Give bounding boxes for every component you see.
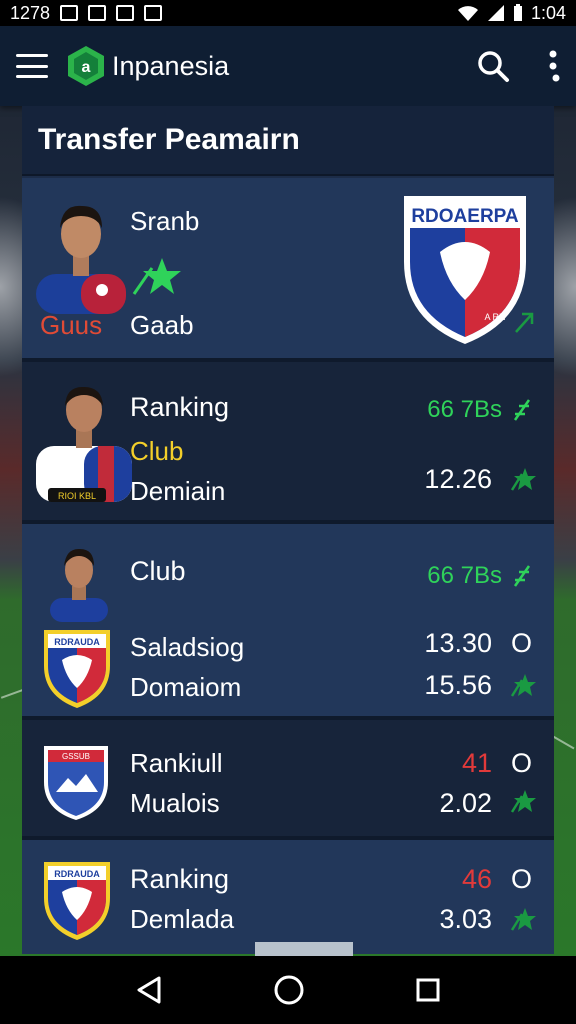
value-1: 41 — [461, 748, 492, 778]
value-1: 46 — [461, 864, 492, 894]
value-2: 15.56 — [424, 670, 492, 700]
back-icon[interactable] — [135, 975, 163, 1005]
transfer-card[interactable]: GSSUB Rankiull Mualois 41 O 2.02 — [22, 720, 554, 840]
notification-icon — [144, 5, 163, 21]
player-avatar: RIOI KBL — [36, 386, 132, 502]
panel-title: Transfer Peamairn — [22, 106, 554, 176]
notification-icon — [60, 5, 79, 21]
club-crest: GSSUB — [44, 746, 108, 820]
value-1-suffix: O — [510, 748, 532, 778]
crest-sub-text: A RN — [484, 312, 505, 322]
crest-text: RDOAERPA — [411, 206, 519, 227]
value-bottom: 12.26 — [424, 464, 492, 494]
trend-up-icon — [513, 565, 531, 587]
card-detail: Mualois — [130, 788, 220, 818]
app-logo-icon: a — [68, 46, 104, 86]
card-title: Rankiull — [130, 748, 223, 778]
image-notification-icon — [88, 5, 107, 21]
card-detail: Domaiom — [130, 672, 242, 702]
star-trend-icon — [132, 258, 181, 295]
value-top: 66 7Bs — [427, 396, 502, 423]
card-detail: Demlada — [130, 904, 235, 934]
player-avatar — [50, 548, 108, 622]
wifi-icon — [457, 6, 478, 21]
app-title: Inpanesia — [112, 50, 230, 81]
signal-icon — [487, 5, 504, 21]
player-detail: Gaab — [130, 310, 194, 340]
scroll-indicator — [255, 942, 353, 956]
badge-text: RIOI KBL — [58, 491, 96, 501]
value-1-suffix: O — [510, 864, 532, 894]
player-sub-label: Guus — [40, 310, 103, 340]
club-label: Club — [130, 436, 184, 466]
svg-text:a: a — [82, 59, 91, 76]
menu-icon[interactable] — [16, 54, 48, 78]
transfer-panel: Transfer Peamairn Guus Sranb Gaab RDOAER… — [22, 106, 554, 954]
battery-icon — [513, 4, 522, 21]
more-vert-icon[interactable] — [548, 49, 560, 83]
recents-icon[interactable] — [415, 977, 441, 1003]
transfer-card[interactable]: RDRAUDA Ranking Demlada 46 O 3.03 — [22, 840, 554, 954]
value-2: 2.02 — [439, 788, 492, 818]
card-detail: Demiain — [130, 476, 226, 506]
card-title: Club — [130, 556, 186, 586]
status-left-text: 1278 — [10, 2, 51, 23]
home-icon[interactable] — [273, 974, 305, 1006]
navigation-bar — [0, 956, 576, 1024]
value-1: 13.30 — [424, 628, 492, 658]
search-icon[interactable] — [476, 49, 510, 83]
club-label: Saladsiog — [130, 632, 245, 662]
app-bar: a Inpanesia — [0, 26, 576, 106]
club-crest: RDRAUDA — [44, 630, 110, 708]
card-title: Ranking — [130, 864, 230, 894]
star-trend-icon — [510, 790, 536, 813]
transfer-card[interactable]: RDRAUDA Club Saladsiog Domaiom 66 7Bs 13… — [22, 524, 554, 720]
club-crest: RDOAERPA A RN — [404, 196, 526, 344]
crest-text: RDRAUDA — [54, 869, 100, 879]
mail-icon — [116, 5, 135, 21]
player-name: Sranb — [130, 206, 200, 236]
transfer-card[interactable]: RIOI KBL Ranking Club Demiain 66 7Bs 12.… — [22, 362, 554, 524]
star-trend-icon — [510, 468, 536, 491]
crest-text: GSSUB — [62, 752, 90, 761]
value-2: 3.03 — [439, 904, 492, 934]
crest-text: RDRAUDA — [54, 637, 100, 647]
trend-up-icon — [513, 399, 531, 421]
transfer-card[interactable]: Guus Sranb Gaab RDOAERPA A RN — [22, 178, 554, 362]
club-crest: RDRAUDA — [44, 862, 110, 940]
value-top: 66 7Bs — [427, 562, 502, 589]
card-title: Ranking — [130, 392, 230, 422]
player-avatar — [36, 205, 126, 314]
trend-up-icon — [515, 312, 534, 333]
status-time: 1:04 — [530, 2, 566, 23]
star-trend-icon — [510, 674, 536, 697]
star-trend-icon — [510, 908, 536, 931]
value-1-suffix: O — [510, 628, 532, 658]
status-bar: 1278 1:04 — [0, 0, 576, 26]
